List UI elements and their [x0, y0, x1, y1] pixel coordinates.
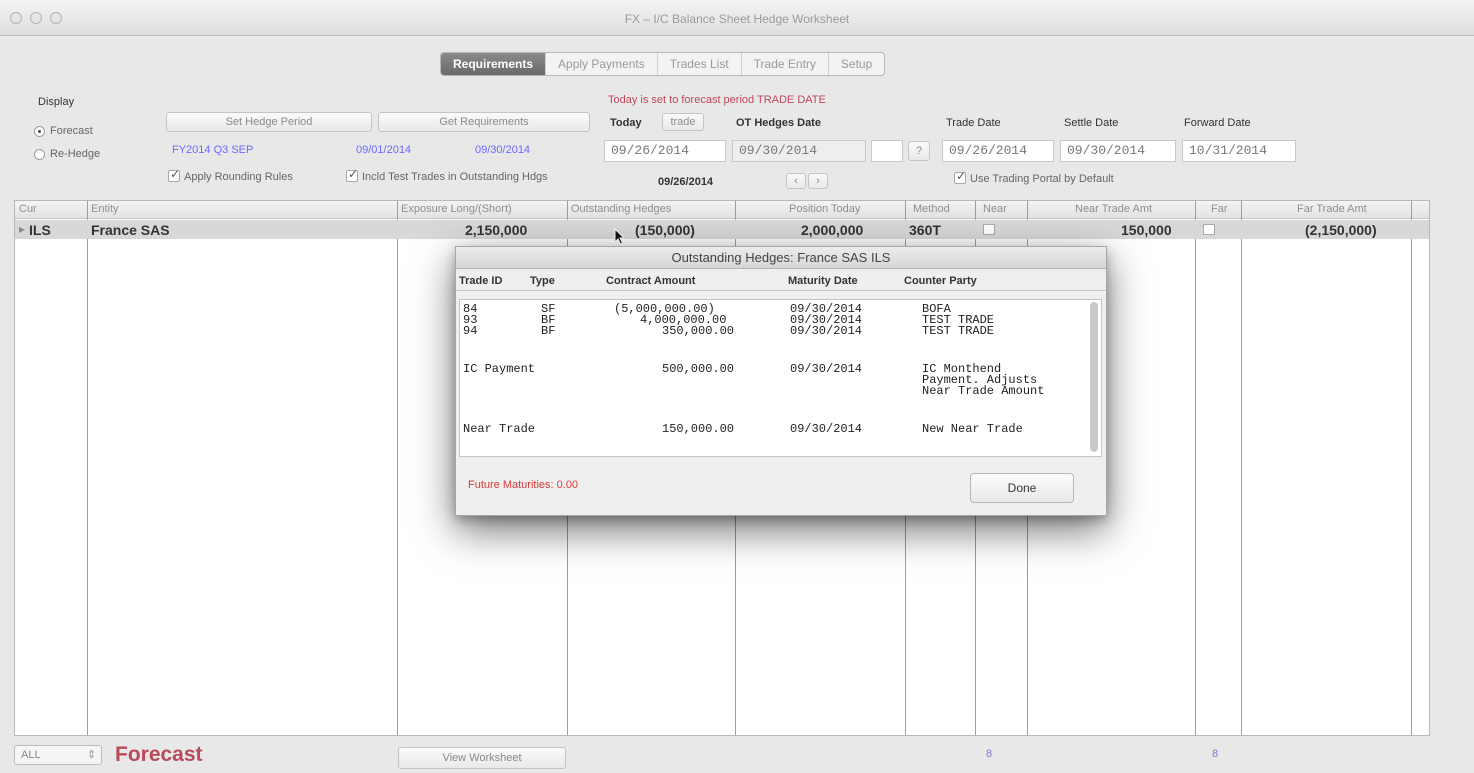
- dialog-col-maturity-date: Maturity Date: [788, 275, 858, 287]
- filter-select[interactable]: ALL ⇕: [14, 745, 102, 765]
- set-hedge-period-button[interactable]: Set Hedge Period: [166, 112, 372, 132]
- done-button[interactable]: Done: [970, 473, 1074, 503]
- date-stepper-next[interactable]: ›: [808, 173, 828, 189]
- title-bar: FX – I/C Balance Sheet Hedge Worksheet: [0, 0, 1474, 36]
- col-header-cur[interactable]: Cur: [19, 203, 37, 215]
- cell-far-trade-amt: (2,150,000): [1305, 222, 1377, 238]
- future-maturities: Future Maturities: 0.00: [468, 479, 579, 491]
- view-worksheet-button[interactable]: View Worksheet: [398, 747, 566, 769]
- mouse-cursor-icon: [614, 228, 626, 245]
- hedge-period-value: FY2014 Q3 SEP: [172, 144, 254, 156]
- near-trade-party: New Near Trade: [922, 422, 1023, 436]
- hedges-list-scrollbar[interactable]: [1090, 302, 1098, 452]
- col-header-far-trade-amt[interactable]: Far Trade Amt: [1297, 203, 1367, 215]
- col-header-position[interactable]: Position Today: [789, 203, 860, 215]
- near-count: 8: [986, 748, 993, 760]
- near-trade-label: Near Trade: [463, 422, 536, 436]
- dialog-header-row: Trade ID Type Contract Amount Maturity D…: [456, 271, 1106, 291]
- trade-date-field[interactable]: 09/26/2014: [942, 140, 1054, 162]
- cell-position: 2,000,000: [801, 222, 864, 238]
- dialog-col-type: Type: [530, 275, 555, 287]
- hedge-maturity: 09/30/2014: [790, 324, 863, 338]
- rehedge-radio[interactable]: [34, 149, 45, 160]
- trade-button[interactable]: trade: [662, 113, 704, 131]
- dialog-col-counter-party: Counter Party: [904, 275, 977, 287]
- col-header-method[interactable]: Method: [913, 203, 950, 215]
- window-title: FX – I/C Balance Sheet Hedge Worksheet: [624, 12, 850, 26]
- cell-cur: ILS: [29, 222, 51, 238]
- ot-hedges-date-label: OT Hedges Date: [736, 117, 821, 129]
- incl-test-trades-date: 09/26/2014: [658, 176, 714, 188]
- today-date-field[interactable]: 09/26/2014: [604, 140, 726, 162]
- apply-rounding-checkbox[interactable]: [168, 167, 180, 182]
- cell-exposure: 2,150,000: [465, 222, 528, 238]
- forecast-radio-label: Forecast: [50, 125, 93, 137]
- incl-test-trades-checkbox[interactable]: [346, 167, 358, 182]
- forecast-notice: Today is set to forecast period TRADE DA…: [608, 94, 826, 106]
- cell-near-trade-amt: 150,000: [1121, 222, 1172, 238]
- cell-entity: France SAS: [91, 222, 170, 238]
- col-header-outstanding[interactable]: Outstanding Hedges: [571, 203, 671, 215]
- far-count: 8: [1212, 748, 1219, 760]
- outstanding-hedges-dialog: Outstanding Hedges: France SAS ILS Trade…: [455, 246, 1107, 516]
- tab-setup[interactable]: Setup: [829, 53, 884, 75]
- apply-rounding-label: Apply Rounding Rules: [184, 171, 293, 183]
- tab-requirements[interactable]: Requirements: [441, 53, 547, 75]
- ic-payment-amount: 500,000.00: [662, 362, 735, 376]
- forward-date-field[interactable]: 10/31/2014: [1182, 140, 1296, 162]
- hedge-type: BF: [541, 324, 556, 338]
- row-disclosure-icon[interactable]: ▸: [19, 222, 25, 236]
- period-end-date: 09/30/2014: [475, 144, 531, 156]
- trade-date-label: Trade Date: [946, 117, 1001, 129]
- cell-outstanding[interactable]: (150,000): [635, 222, 695, 238]
- help-button[interactable]: ?: [908, 141, 930, 161]
- tab-trades-list[interactable]: Trades List: [658, 53, 742, 75]
- grid-header: Cur Entity Exposure Long/(Short) Outstan…: [15, 201, 1429, 219]
- date-stepper-prev[interactable]: ‹: [786, 173, 806, 189]
- far-checkbox[interactable]: [1203, 224, 1215, 235]
- near-trade-amount: 150,000.00: [662, 422, 735, 436]
- app-window: FX – I/C Balance Sheet Hedge Worksheet R…: [0, 0, 1474, 773]
- filter-select-value: ALL: [21, 749, 41, 761]
- ot-hedges-date-field[interactable]: 09/30/2014: [732, 140, 866, 162]
- ic-payment-maturity: 09/30/2014: [790, 362, 863, 376]
- use-trading-portal-label: Use Trading Portal by Default: [970, 173, 1114, 185]
- hedge-party: TEST TRADE: [922, 324, 995, 338]
- ic-payment-label: IC Payment: [463, 362, 536, 376]
- col-header-near[interactable]: Near: [983, 203, 1007, 215]
- forecast-radio[interactable]: [34, 126, 45, 137]
- col-header-entity[interactable]: Entity: [91, 203, 119, 215]
- table-row[interactable]: ▸ ILS France SAS 2,150,000 (150,000) 2,0…: [15, 220, 1429, 239]
- rehedge-radio-label: Re-Hedge: [50, 148, 101, 160]
- incl-test-trades-label: Incld Test Trades in Outstanding Hdgs: [362, 171, 548, 183]
- ic-payment-party-line3: Near Trade Amount: [922, 384, 1045, 398]
- tab-trade-entry[interactable]: Trade Entry: [742, 53, 829, 75]
- ot-hedges-extra-field[interactable]: [871, 140, 903, 162]
- hedges-list[interactable]: 84 SF (5,000,000.00) 09/30/2014 BOFA 93 …: [459, 299, 1102, 457]
- cell-method: 360T: [909, 222, 941, 238]
- col-header-exposure[interactable]: Exposure Long/(Short): [401, 203, 512, 215]
- chevron-updown-icon: ⇕: [87, 749, 97, 761]
- period-start-date: 09/01/2014: [356, 144, 412, 156]
- dialog-title: Outstanding Hedges: France SAS ILS: [456, 247, 1106, 269]
- tab-bar: Requirements Apply Payments Trades List …: [440, 52, 886, 76]
- dialog-col-trade-id: Trade ID: [459, 275, 503, 287]
- settle-date-label: Settle Date: [1064, 117, 1119, 129]
- tab-apply-payments[interactable]: Apply Payments: [546, 53, 658, 75]
- mode-label: Forecast: [115, 743, 203, 766]
- col-header-far[interactable]: Far: [1211, 203, 1228, 215]
- settle-date-field[interactable]: 09/30/2014: [1060, 140, 1176, 162]
- hedge-trade-id: 94: [463, 324, 478, 338]
- near-trade-maturity: 09/30/2014: [790, 422, 863, 436]
- col-header-near-trade-amt[interactable]: Near Trade Amt: [1075, 203, 1152, 215]
- dialog-col-contract-amount: Contract Amount: [606, 275, 696, 287]
- near-checkbox[interactable]: [983, 224, 995, 235]
- hedge-amount: 350,000.00: [662, 324, 735, 338]
- forward-date-label: Forward Date: [1184, 117, 1251, 129]
- display-label: Display: [38, 96, 75, 108]
- get-requirements-button[interactable]: Get Requirements: [378, 112, 590, 132]
- today-label: Today: [610, 117, 642, 129]
- use-trading-portal-checkbox[interactable]: [954, 169, 966, 184]
